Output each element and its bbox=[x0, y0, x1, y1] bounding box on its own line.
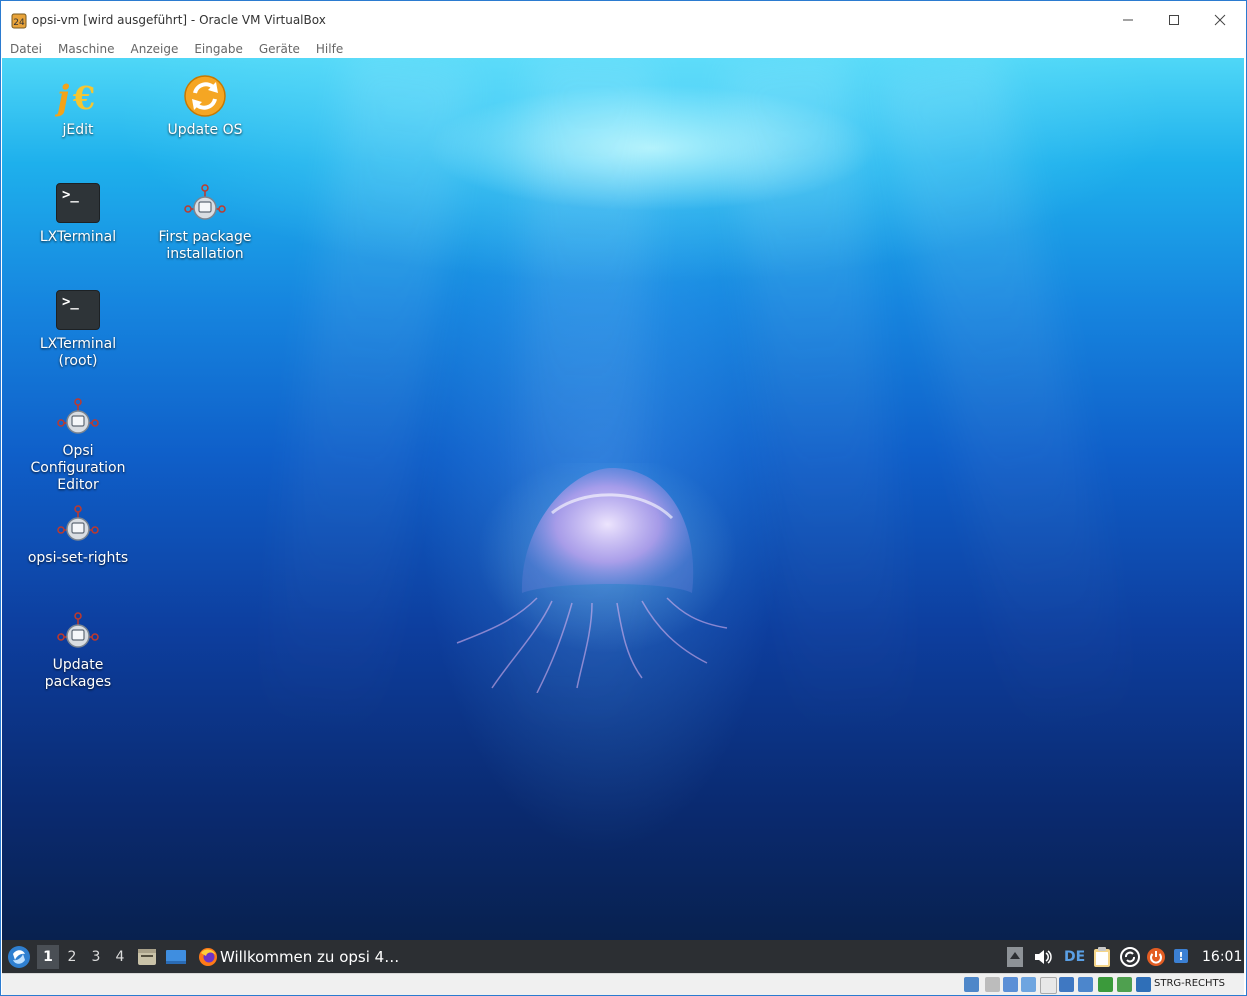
panel-arrow-icon bbox=[1007, 946, 1023, 967]
desktop-icon-label: Update packages bbox=[44, 657, 112, 690]
desktop-switch-1[interactable]: 1 bbox=[37, 945, 59, 969]
window-title: opsi-vm [wird ausgeführt] - Oracle VM Vi… bbox=[32, 13, 326, 27]
power-icon bbox=[1147, 947, 1165, 966]
menu-datei[interactable]: Datei bbox=[10, 42, 42, 56]
volume-control[interactable] bbox=[1033, 940, 1053, 973]
usb-icon[interactable] bbox=[1040, 977, 1057, 994]
desktop-icon-label: First package installation bbox=[158, 229, 252, 262]
notification-icon: ! bbox=[1174, 948, 1188, 963]
file-manager-launcher[interactable] bbox=[137, 940, 157, 973]
keyboard-layout-indicator[interactable]: DE bbox=[1064, 940, 1085, 973]
audio-icon[interactable] bbox=[1003, 977, 1018, 992]
task-title[interactable]: Willkommen zu opsi 4… bbox=[220, 948, 399, 966]
light-ray bbox=[725, 58, 919, 763]
desktop-icon-opsi-set-rights[interactable]: opsi-set-rights bbox=[18, 500, 138, 567]
tray-arrow[interactable] bbox=[1007, 940, 1023, 973]
opsi-network-icon bbox=[54, 607, 102, 655]
power-tray[interactable] bbox=[1146, 940, 1166, 973]
keyboard-layout: DE bbox=[1064, 948, 1086, 965]
desktop-icon-label: Opsi Configuration Editor bbox=[30, 443, 126, 493]
desktop-icon-lxterminal-root[interactable]: >_ LXTerminal (root) bbox=[18, 286, 138, 370]
hard-disk-icon[interactable] bbox=[964, 977, 979, 992]
host-key-label: STRG-RECHTS bbox=[1154, 978, 1225, 989]
lxqt-menu-icon bbox=[8, 945, 30, 968]
firefox-icon bbox=[199, 947, 217, 966]
minimize-button[interactable] bbox=[1105, 1, 1151, 39]
update-tray[interactable] bbox=[1120, 940, 1140, 973]
svg-text:€: € bbox=[72, 79, 95, 117]
guest-taskbar: 1 2 3 4 Willkommen zu opsi 4… DE ! 16:01 bbox=[2, 940, 1244, 973]
menu-anzeige[interactable]: Anzeige bbox=[131, 42, 179, 56]
terminal-icon: >_ bbox=[54, 286, 102, 334]
light-ray bbox=[253, 58, 471, 763]
desktop-switch-2[interactable]: 2 bbox=[61, 945, 83, 969]
task-firefox[interactable] bbox=[198, 940, 218, 973]
desktop-icon-label: LXTerminal bbox=[39, 229, 117, 245]
desktop-switch-3[interactable]: 3 bbox=[85, 945, 107, 969]
show-desktop-button[interactable] bbox=[165, 940, 187, 973]
desktop-icon-label: Update OS bbox=[167, 122, 243, 138]
minimize-icon bbox=[1123, 19, 1133, 21]
notification-tray[interactable]: ! bbox=[1172, 940, 1190, 973]
menu-geraete[interactable]: Geräte bbox=[259, 42, 300, 56]
terminal-prompt: >_ bbox=[56, 290, 100, 330]
opsi-network-icon bbox=[54, 500, 102, 548]
svg-text:!: ! bbox=[1178, 950, 1183, 963]
opsi-network-icon bbox=[54, 393, 102, 441]
display-icon[interactable] bbox=[1078, 977, 1093, 992]
video-capture-icon[interactable] bbox=[1098, 977, 1113, 992]
desktop-switch-4[interactable]: 4 bbox=[109, 945, 131, 969]
menu-maschine[interactable]: Maschine bbox=[58, 42, 114, 56]
maximize-icon bbox=[1169, 15, 1179, 25]
menu-eingabe[interactable]: Eingabe bbox=[194, 42, 243, 56]
clock[interactable]: 16:01 bbox=[1202, 940, 1242, 973]
virtualbox-status-bar: STRG-RECHTS bbox=[2, 973, 1244, 995]
update-os-icon bbox=[181, 72, 229, 120]
jedit-icon: j € bbox=[54, 72, 102, 120]
show-desktop-icon bbox=[166, 949, 186, 964]
desktop-icon-first-package-installation[interactable]: First package installation bbox=[145, 179, 265, 263]
network-icon[interactable] bbox=[1021, 977, 1036, 992]
maximize-button[interactable] bbox=[1151, 1, 1197, 39]
desktop-icon-opsi-configuration-editor[interactable]: Opsi Configuration Editor bbox=[18, 393, 138, 494]
desktop-icon-update-packages[interactable]: Update packages bbox=[18, 607, 138, 691]
desktop-icon-label: opsi-set-rights bbox=[27, 550, 129, 566]
start-menu-button[interactable] bbox=[7, 940, 31, 973]
svg-text:j: j bbox=[55, 78, 70, 118]
guest-desktop[interactable]: j € jEdit >_ LXTerminal >_ LXTerminal (r… bbox=[2, 58, 1244, 940]
optical-drive-icon[interactable] bbox=[985, 977, 1000, 992]
light-ray bbox=[880, 58, 1144, 763]
desktop-icon-update-os[interactable]: Update OS bbox=[145, 72, 265, 139]
clipboard-tray[interactable] bbox=[1092, 940, 1112, 973]
clipboard-icon bbox=[1094, 946, 1110, 967]
close-icon bbox=[1214, 14, 1226, 26]
menu-bar: Datei Maschine Anzeige Eingabe Geräte Hi… bbox=[1, 39, 1246, 58]
menu-hilfe[interactable]: Hilfe bbox=[316, 42, 343, 56]
clock-time: 16:01 bbox=[1202, 948, 1243, 965]
svg-text:24: 24 bbox=[13, 18, 25, 28]
terminal-icon: >_ bbox=[54, 179, 102, 227]
mouse-integration-icon[interactable] bbox=[1136, 977, 1151, 992]
title-bar[interactable]: 24 opsi-vm [wird ausgeführt] - Oracle VM… bbox=[1, 1, 1246, 39]
close-button[interactable] bbox=[1197, 1, 1243, 39]
desktop-icon-label: jEdit bbox=[62, 122, 94, 138]
update-tray-icon bbox=[1120, 946, 1140, 967]
volume-icon bbox=[1035, 949, 1052, 964]
file-manager-icon bbox=[138, 948, 156, 965]
virtualbox-app-icon: 24 bbox=[11, 13, 27, 29]
cpu-icon[interactable] bbox=[1117, 977, 1132, 992]
desktop-icon-jedit[interactable]: j € jEdit bbox=[18, 72, 138, 139]
terminal-prompt: >_ bbox=[56, 183, 100, 223]
virtualbox-window: 24 opsi-vm [wird ausgeführt] - Oracle VM… bbox=[0, 0, 1247, 996]
desktop-icon-label: LXTerminal (root) bbox=[39, 336, 117, 369]
shared-folders-icon[interactable] bbox=[1059, 977, 1074, 992]
opsi-network-icon bbox=[181, 179, 229, 227]
jellyfish-wallpaper-image bbox=[456, 463, 737, 693]
desktop-icon-lxterminal[interactable]: >_ LXTerminal bbox=[18, 179, 138, 246]
